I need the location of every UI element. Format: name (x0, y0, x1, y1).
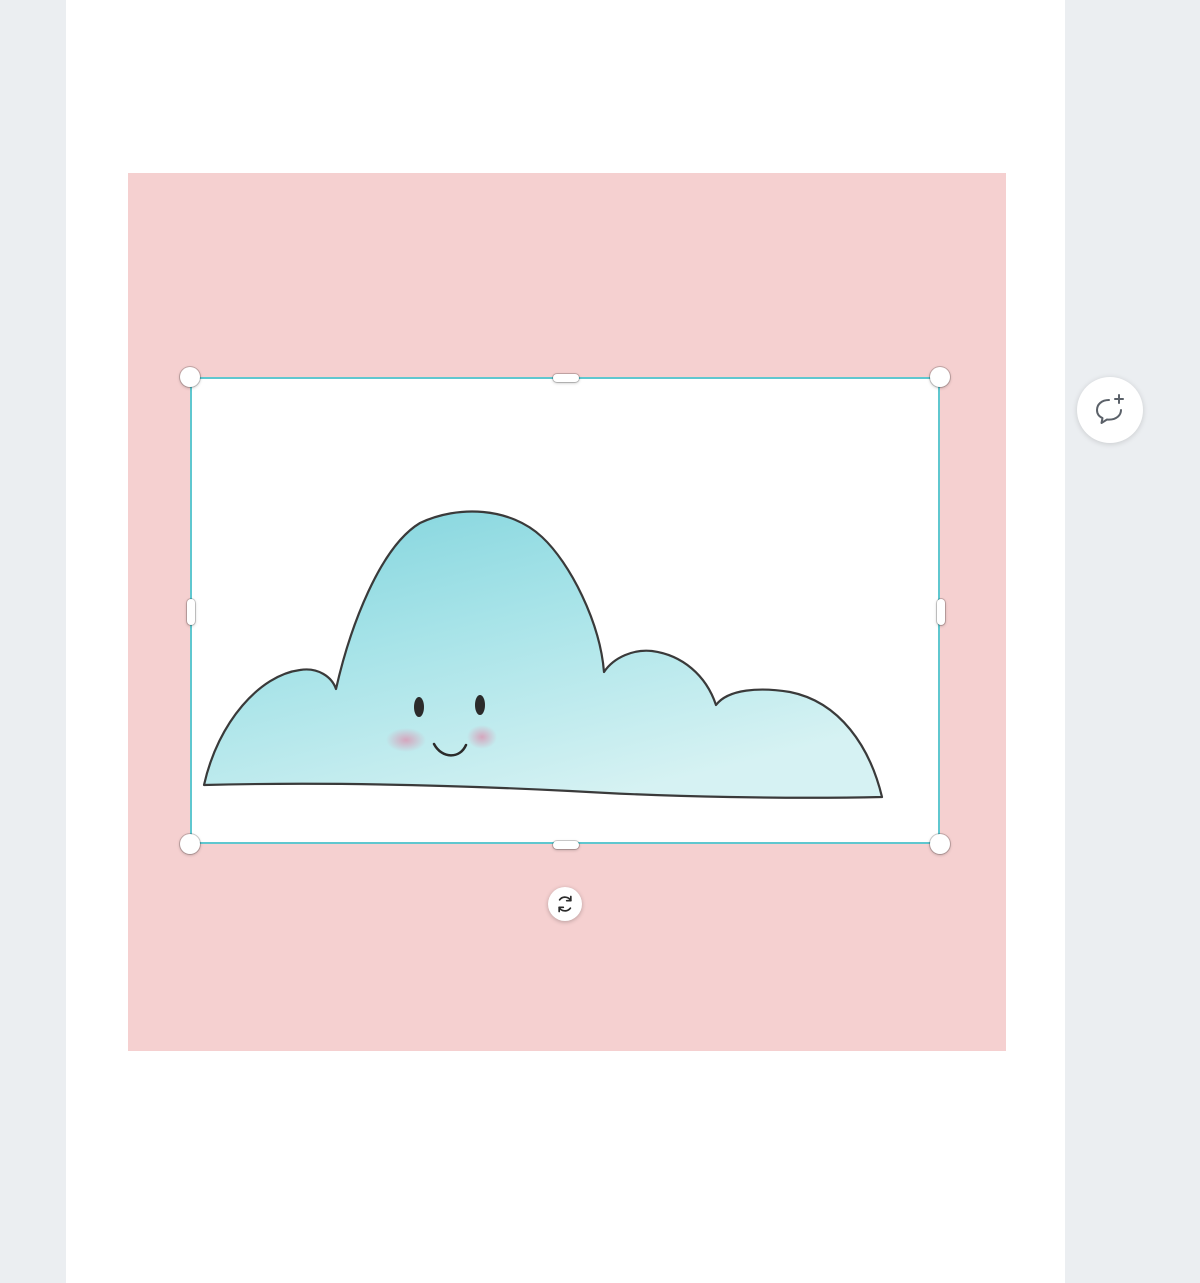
editor-workspace[interactable] (0, 0, 1200, 1283)
design-page[interactable] (66, 0, 1065, 1283)
cloud-right-eye (475, 695, 485, 715)
add-comment-icon (1096, 394, 1124, 424)
rotate-button[interactable] (548, 887, 582, 921)
cloud-drawing (202, 510, 884, 799)
cloud-shape (202, 510, 884, 799)
cloud-illustration-image[interactable] (190, 377, 940, 844)
cloud-left-eye (414, 697, 424, 717)
rotate-icon (558, 895, 572, 913)
resize-handle-top-left[interactable] (180, 367, 200, 387)
add-comment-button[interactable] (1077, 377, 1143, 443)
resize-handle-bottom[interactable] (553, 841, 579, 849)
resize-handle-right[interactable] (937, 599, 945, 625)
resize-handle-bottom-left[interactable] (180, 834, 200, 854)
resize-handle-bottom-right[interactable] (930, 834, 950, 854)
resize-handle-top[interactable] (553, 374, 579, 382)
resize-handle-top-right[interactable] (930, 367, 950, 387)
resize-handle-left[interactable] (187, 599, 195, 625)
cloud-left-cheek (386, 728, 426, 752)
cloud-right-cheek (467, 725, 497, 749)
